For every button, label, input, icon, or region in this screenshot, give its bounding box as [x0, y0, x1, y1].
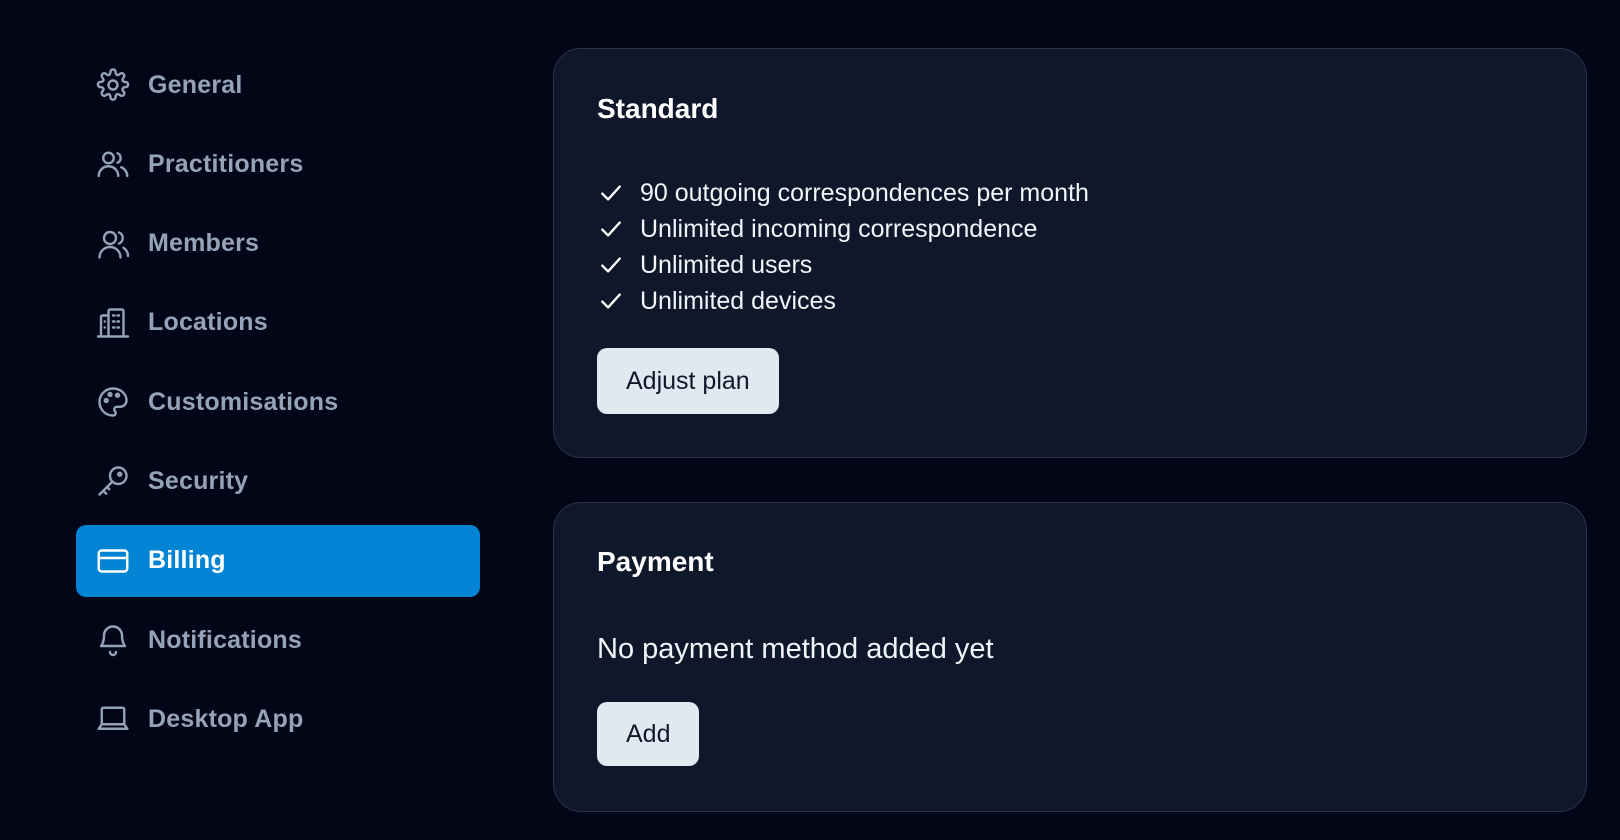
payment-title: Payment	[597, 546, 714, 577]
add-payment-button[interactable]: Add	[597, 702, 700, 766]
sidebar-item-customisations[interactable]: Customisations	[76, 366, 480, 438]
adjust-plan-button[interactable]: Adjust plan	[597, 348, 779, 414]
laptop-icon	[94, 700, 132, 738]
sidebar-item-label: Billing	[148, 546, 226, 575]
sidebar-item-label: Locations	[148, 308, 268, 337]
settings-sidebar: General Practitioners Members Locations	[76, 49, 480, 763]
user-group-icon	[94, 225, 132, 263]
gear-icon	[94, 66, 132, 104]
sidebar-item-label: Notifications	[148, 625, 302, 654]
sidebar-item-desktop-app[interactable]: Desktop App	[76, 683, 480, 755]
sidebar-item-label: General	[148, 70, 243, 99]
key-icon	[94, 462, 132, 500]
sidebar-item-label: Security	[148, 466, 249, 495]
list-item: 90 outgoing correspondences per month	[597, 175, 1089, 211]
plan-card: Standard 90 outgoing correspondences per…	[553, 48, 1587, 458]
sidebar-item-practitioners[interactable]: Practitioners	[76, 128, 480, 200]
payment-empty-text: No payment method added yet	[597, 633, 994, 665]
credit-card-icon	[94, 542, 132, 580]
plan-features-list: 90 outgoing correspondences per month Un…	[597, 175, 1089, 319]
sidebar-item-general[interactable]: General	[76, 49, 480, 121]
sidebar-item-billing[interactable]: Billing	[76, 524, 480, 597]
check-icon	[597, 287, 625, 315]
feature-text: Unlimited users	[640, 250, 813, 279]
settings-page: General Practitioners Members Locations	[0, 0, 1620, 840]
check-icon	[597, 179, 625, 207]
palette-icon	[94, 383, 132, 421]
sidebar-item-label: Members	[148, 229, 260, 258]
sidebar-item-members[interactable]: Members	[76, 208, 480, 280]
feature-text: Unlimited incoming correspondence	[640, 214, 1038, 243]
building-icon	[94, 304, 132, 342]
list-item: Unlimited users	[597, 247, 1089, 283]
plan-title: Standard	[597, 93, 719, 124]
sidebar-item-label: Desktop App	[148, 704, 304, 733]
payment-card: Payment No payment method added yet Add	[553, 502, 1587, 812]
sidebar-item-label: Customisations	[148, 387, 339, 416]
check-icon	[597, 251, 625, 279]
check-icon	[597, 215, 625, 243]
sidebar-item-security[interactable]: Security	[76, 445, 480, 517]
sidebar-item-notifications[interactable]: Notifications	[76, 604, 480, 676]
feature-text: Unlimited devices	[640, 286, 836, 315]
list-item: Unlimited devices	[597, 283, 1089, 319]
users-icon	[94, 145, 132, 183]
list-item: Unlimited incoming correspondence	[597, 211, 1089, 247]
sidebar-item-locations[interactable]: Locations	[76, 287, 480, 359]
sidebar-item-label: Practitioners	[148, 149, 304, 178]
bell-icon	[94, 621, 132, 659]
feature-text: 90 outgoing correspondences per month	[640, 178, 1089, 207]
